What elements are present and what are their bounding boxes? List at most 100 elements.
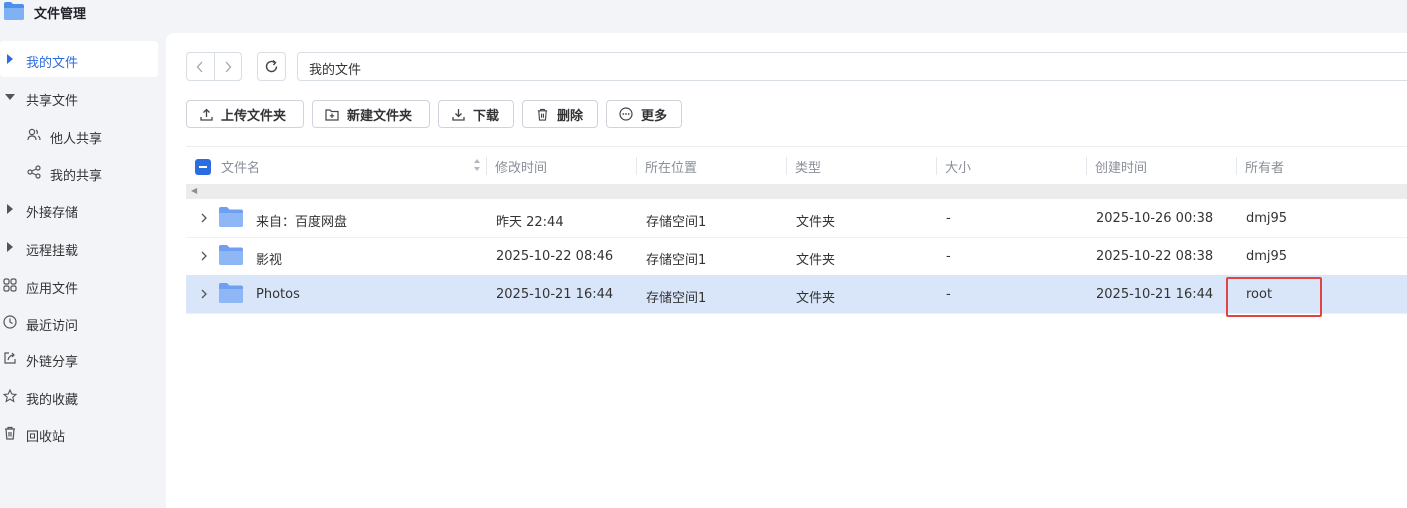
forward-button[interactable] bbox=[213, 53, 242, 80]
file-type: 文件夹 bbox=[796, 215, 836, 230]
column-header-created[interactable]: 创建时间 bbox=[1095, 157, 1147, 176]
table-row[interactable]: 影视 2025-10-22 08:46 存储空间1 文件夹 - 2025-10-… bbox=[186, 237, 1407, 276]
sidebar-item-app-files[interactable]: 应用文件 bbox=[0, 267, 158, 303]
column-header-size[interactable]: 大小 bbox=[945, 157, 971, 176]
chevron-left-icon bbox=[196, 61, 203, 72]
folder-icon bbox=[219, 245, 243, 265]
owner-highlight-box bbox=[1226, 277, 1322, 317]
sidebar-item-label: 外链分享 bbox=[26, 355, 79, 370]
file-size: - bbox=[946, 211, 951, 226]
sidebar-item-favorites[interactable]: 我的收藏 bbox=[0, 378, 158, 414]
sidebar-item-label: 他人共享 bbox=[50, 132, 103, 147]
expand-chevron-icon[interactable] bbox=[199, 287, 209, 301]
owner: dmj95 bbox=[1246, 211, 1288, 226]
column-header-location[interactable]: 所在位置 bbox=[645, 157, 697, 176]
column-divider[interactable] bbox=[936, 157, 937, 175]
more-button[interactable]: 更多 bbox=[606, 100, 682, 128]
column-header-name[interactable]: 文件名 bbox=[221, 157, 260, 176]
sort-icon[interactable] bbox=[473, 158, 481, 172]
main-panel: 我的文件 上传文件夹 新建文件夹 下载 删除 更多 文件名 修改时间 所在位置 … bbox=[166, 33, 1407, 508]
folder-app-logo-icon bbox=[4, 2, 24, 20]
trash-icon bbox=[2, 425, 18, 441]
share-icon bbox=[26, 164, 42, 180]
location: 存储空间1 bbox=[646, 253, 707, 268]
external-share-icon bbox=[2, 350, 18, 366]
column-divider[interactable] bbox=[636, 157, 637, 175]
select-all-checkbox[interactable] bbox=[195, 159, 211, 175]
sidebar-item-shared-by-others[interactable]: 他人共享 bbox=[0, 117, 158, 153]
modified-time: 2025-10-22 08:46 bbox=[496, 249, 614, 264]
trash-icon bbox=[535, 107, 549, 121]
sidebar-item-my-shares[interactable]: 我的共享 bbox=[0, 154, 158, 190]
horizontal-scrollbar[interactable]: ◀ bbox=[186, 184, 1407, 199]
download-button[interactable]: 下载 bbox=[438, 100, 514, 128]
upload-icon bbox=[199, 107, 213, 121]
folder-icon bbox=[219, 283, 243, 303]
path-text: 我的文件 bbox=[309, 63, 362, 78]
table-row[interactable]: 来自：百度网盘 昨天 22:44 存储空间1 文件夹 - 2025-10-26 … bbox=[186, 199, 1407, 238]
file-name: 影视 bbox=[256, 253, 283, 268]
star-icon bbox=[2, 388, 18, 404]
location: 存储空间1 bbox=[646, 291, 707, 306]
new-folder-icon bbox=[325, 107, 339, 121]
sidebar-item-recent[interactable]: 最近访问 bbox=[0, 304, 158, 340]
column-header-modified[interactable]: 修改时间 bbox=[495, 157, 547, 176]
sidebar-item-my-files[interactable]: 我的文件 bbox=[0, 41, 158, 77]
file-type: 文件夹 bbox=[796, 291, 836, 306]
folder-icon bbox=[219, 207, 243, 227]
scroll-left-arrow-icon[interactable]: ◀ bbox=[191, 186, 197, 195]
file-size: - bbox=[946, 249, 951, 264]
refresh-icon bbox=[265, 59, 278, 73]
table-header: 文件名 修改时间 所在位置 类型 大小 创建时间 所有者 bbox=[186, 146, 1407, 185]
file-name: Photos bbox=[256, 287, 300, 302]
sidebar-item-label: 我的共享 bbox=[50, 169, 103, 184]
sidebar-item-label: 我的收藏 bbox=[26, 393, 79, 408]
column-divider[interactable] bbox=[486, 157, 487, 175]
column-divider[interactable] bbox=[1086, 157, 1087, 175]
caret-down-icon bbox=[2, 89, 18, 105]
refresh-button[interactable] bbox=[257, 52, 286, 81]
sidebar: 我的文件 共享文件 他人共享 我的共享 外接存储 远程挂载 应用文件 最近访问 … bbox=[0, 33, 165, 508]
expand-chevron-icon[interactable] bbox=[199, 249, 209, 263]
sidebar-item-external-storage[interactable]: 外接存储 bbox=[0, 191, 158, 227]
sidebar-item-label: 最近访问 bbox=[26, 319, 79, 334]
created-time: 2025-10-22 08:38 bbox=[1096, 249, 1214, 264]
created-time: 2025-10-26 00:38 bbox=[1096, 211, 1214, 226]
owner: dmj95 bbox=[1246, 249, 1288, 264]
sidebar-item-label: 回收站 bbox=[26, 430, 66, 445]
sidebar-item-shared-files[interactable]: 共享文件 bbox=[0, 79, 158, 115]
sidebar-item-remote-mount[interactable]: 远程挂载 bbox=[0, 229, 158, 265]
created-time: 2025-10-21 16:44 bbox=[1096, 287, 1214, 302]
column-divider[interactable] bbox=[786, 157, 787, 175]
file-size: - bbox=[946, 287, 951, 302]
caret-right-icon bbox=[2, 51, 18, 67]
modified-time: 2025-10-21 16:44 bbox=[496, 287, 614, 302]
sidebar-item-label: 我的文件 bbox=[26, 56, 79, 71]
back-button[interactable] bbox=[187, 53, 214, 80]
sidebar-item-external-share[interactable]: 外链分享 bbox=[0, 340, 158, 376]
upload-folder-button[interactable]: 上传文件夹 bbox=[186, 100, 304, 128]
column-divider[interactable] bbox=[1236, 157, 1237, 175]
new-folder-button[interactable]: 新建文件夹 bbox=[312, 100, 430, 128]
path-bar[interactable]: 我的文件 bbox=[297, 52, 1407, 81]
app-title: 文件管理 bbox=[34, 7, 87, 22]
expand-chevron-icon[interactable] bbox=[199, 211, 209, 225]
column-header-type[interactable]: 类型 bbox=[795, 157, 821, 176]
table-row-selected[interactable]: Photos 2025-10-21 16:44 存储空间1 文件夹 - 2025… bbox=[186, 275, 1407, 314]
grid-icon bbox=[2, 277, 18, 293]
delete-button[interactable]: 删除 bbox=[522, 100, 598, 128]
file-type: 文件夹 bbox=[796, 253, 836, 268]
download-icon bbox=[451, 107, 465, 121]
caret-right-icon bbox=[2, 201, 18, 217]
more-icon bbox=[619, 107, 633, 121]
sidebar-item-recycle-bin[interactable]: 回收站 bbox=[0, 415, 158, 451]
column-header-owner[interactable]: 所有者 bbox=[1245, 157, 1284, 176]
sidebar-item-label: 外接存储 bbox=[26, 206, 79, 221]
file-name: 来自：百度网盘 bbox=[256, 215, 348, 230]
location: 存储空间1 bbox=[646, 215, 707, 230]
sidebar-item-label: 应用文件 bbox=[26, 282, 79, 297]
sidebar-item-label: 远程挂载 bbox=[26, 244, 79, 259]
title-bar: 文件管理 bbox=[0, 0, 1407, 33]
sidebar-item-label: 共享文件 bbox=[26, 94, 79, 109]
history-nav bbox=[186, 52, 242, 81]
